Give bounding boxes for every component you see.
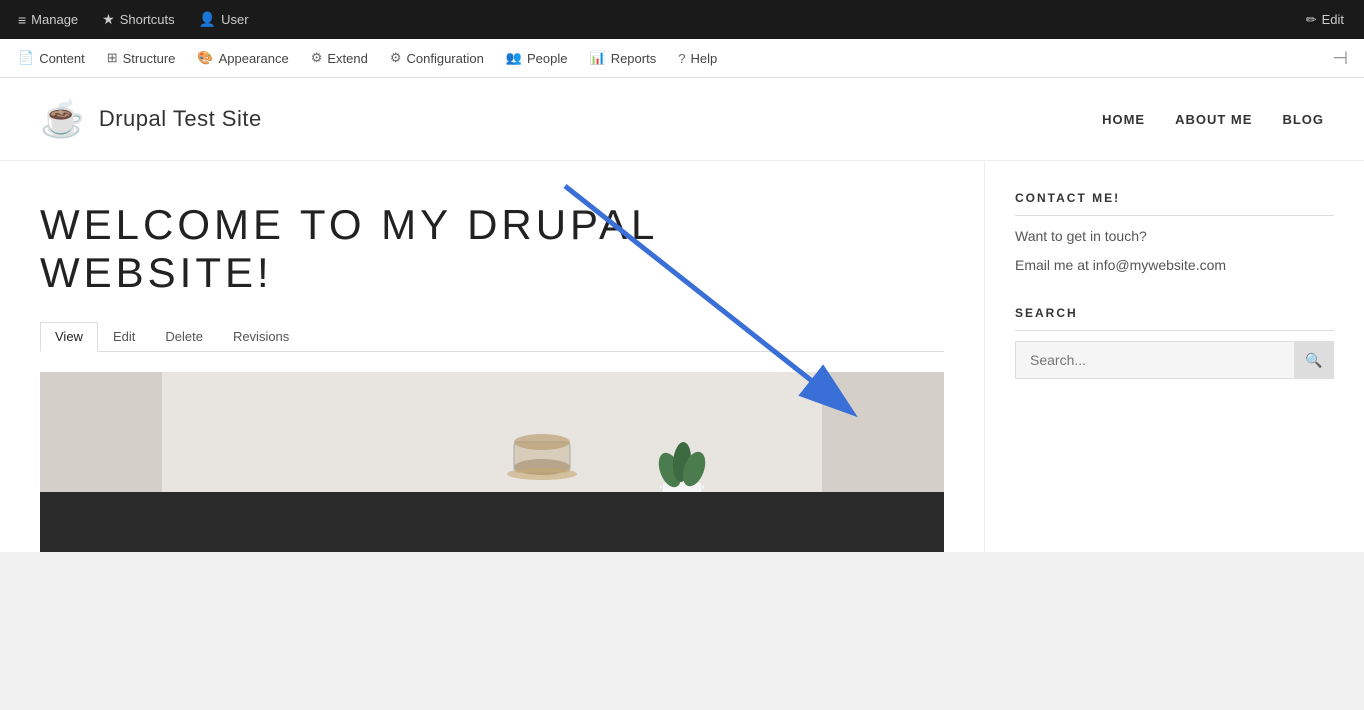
nav-content[interactable]: 📄 Content xyxy=(8,39,95,77)
article-image: CREA xyxy=(40,372,944,552)
admin-toolbar: ≡ Manage ★ Shortcuts 👤 User ✏ Edit xyxy=(0,0,1364,39)
nav-configuration[interactable]: ⚙ Configuration xyxy=(380,39,494,77)
site-title: Drupal Test Site xyxy=(99,106,262,132)
shortcuts-menu-item[interactable]: ★ Shortcuts xyxy=(92,0,184,39)
search-input[interactable] xyxy=(1015,341,1334,379)
extend-icon: ⚙ xyxy=(311,50,323,66)
contact-text-1: Want to get in touch? xyxy=(1015,226,1334,247)
user-icon: 👤 xyxy=(199,11,216,28)
content-tabs: View Edit Delete Revisions xyxy=(40,322,944,352)
tab-delete[interactable]: Delete xyxy=(150,322,218,351)
toolbar-right: ✏ Edit xyxy=(1294,12,1356,28)
manage-icon: ≡ xyxy=(18,12,26,28)
search-icon: 🔍 xyxy=(1305,352,1322,369)
tab-view[interactable]: View xyxy=(40,322,98,352)
tab-edit[interactable]: Edit xyxy=(98,322,150,351)
nav-people[interactable]: 👥 People xyxy=(496,39,578,77)
logo-icon: ☕ xyxy=(40,98,85,140)
nav-structure[interactable]: ⊞ Structure xyxy=(97,39,186,77)
nav-appearance[interactable]: 🎨 Appearance xyxy=(187,39,298,77)
nav-home[interactable]: HOME xyxy=(1102,112,1145,127)
secondary-nav: 📄 Content ⊞ Structure 🎨 Appearance ⚙ Ext… xyxy=(0,39,1364,78)
article-image-svg: CREA xyxy=(40,372,944,552)
main-content: WELCOME TO MY DRUPAL WEBSITE! View Edit … xyxy=(0,161,1364,552)
nav-reports[interactable]: 📊 Reports xyxy=(580,39,667,77)
contact-block: CONTACT ME! Want to get in touch? Email … xyxy=(1015,191,1334,276)
pencil-icon: ✏ xyxy=(1306,12,1317,28)
search-block: SEARCH 🔍 xyxy=(1015,306,1334,379)
appearance-icon: 🎨 xyxy=(197,50,213,66)
help-icon: ? xyxy=(678,51,685,66)
search-button[interactable]: 🔍 xyxy=(1294,341,1334,379)
star-icon: ★ xyxy=(102,11,115,28)
site-logo: ☕ Drupal Test Site xyxy=(40,98,262,140)
content-area: WELCOME TO MY DRUPAL WEBSITE! View Edit … xyxy=(0,161,984,552)
secondary-nav-right: ⊣ xyxy=(1332,48,1356,69)
configuration-icon: ⚙ xyxy=(390,50,402,66)
manage-menu-item[interactable]: ≡ Manage xyxy=(8,0,88,39)
nav-about[interactable]: ABOUT ME xyxy=(1175,112,1252,127)
people-icon: 👥 xyxy=(506,50,522,66)
search-title: SEARCH xyxy=(1015,306,1334,331)
search-input-wrap: 🔍 xyxy=(1015,341,1334,379)
nav-right-icon: ⊣ xyxy=(1332,48,1348,69)
nav-blog[interactable]: BLOG xyxy=(1282,112,1324,127)
page-heading: WELCOME TO MY DRUPAL WEBSITE! xyxy=(40,201,944,298)
nav-help[interactable]: ? Help xyxy=(668,39,727,77)
edit-button[interactable]: ✏ Edit xyxy=(1294,12,1356,28)
site-header: ☕ Drupal Test Site HOME ABOUT ME BLOG xyxy=(0,78,1364,161)
site-nav: HOME ABOUT ME BLOG xyxy=(1102,112,1324,127)
contact-title: CONTACT ME! xyxy=(1015,191,1334,216)
contact-text-2: Email me at info@mywebsite.com xyxy=(1015,255,1334,276)
svg-text:CREA: CREA xyxy=(463,522,502,535)
user-menu-item[interactable]: 👤 User xyxy=(189,0,259,39)
site-body: ☕ Drupal Test Site HOME ABOUT ME BLOG WE… xyxy=(0,78,1364,552)
tab-revisions[interactable]: Revisions xyxy=(218,322,304,351)
sidebar: CONTACT ME! Want to get in touch? Email … xyxy=(984,161,1364,552)
structure-icon: ⊞ xyxy=(107,50,118,66)
nav-extend[interactable]: ⚙ Extend xyxy=(301,39,378,77)
reports-icon: 📊 xyxy=(590,50,606,66)
content-icon: 📄 xyxy=(18,50,34,66)
